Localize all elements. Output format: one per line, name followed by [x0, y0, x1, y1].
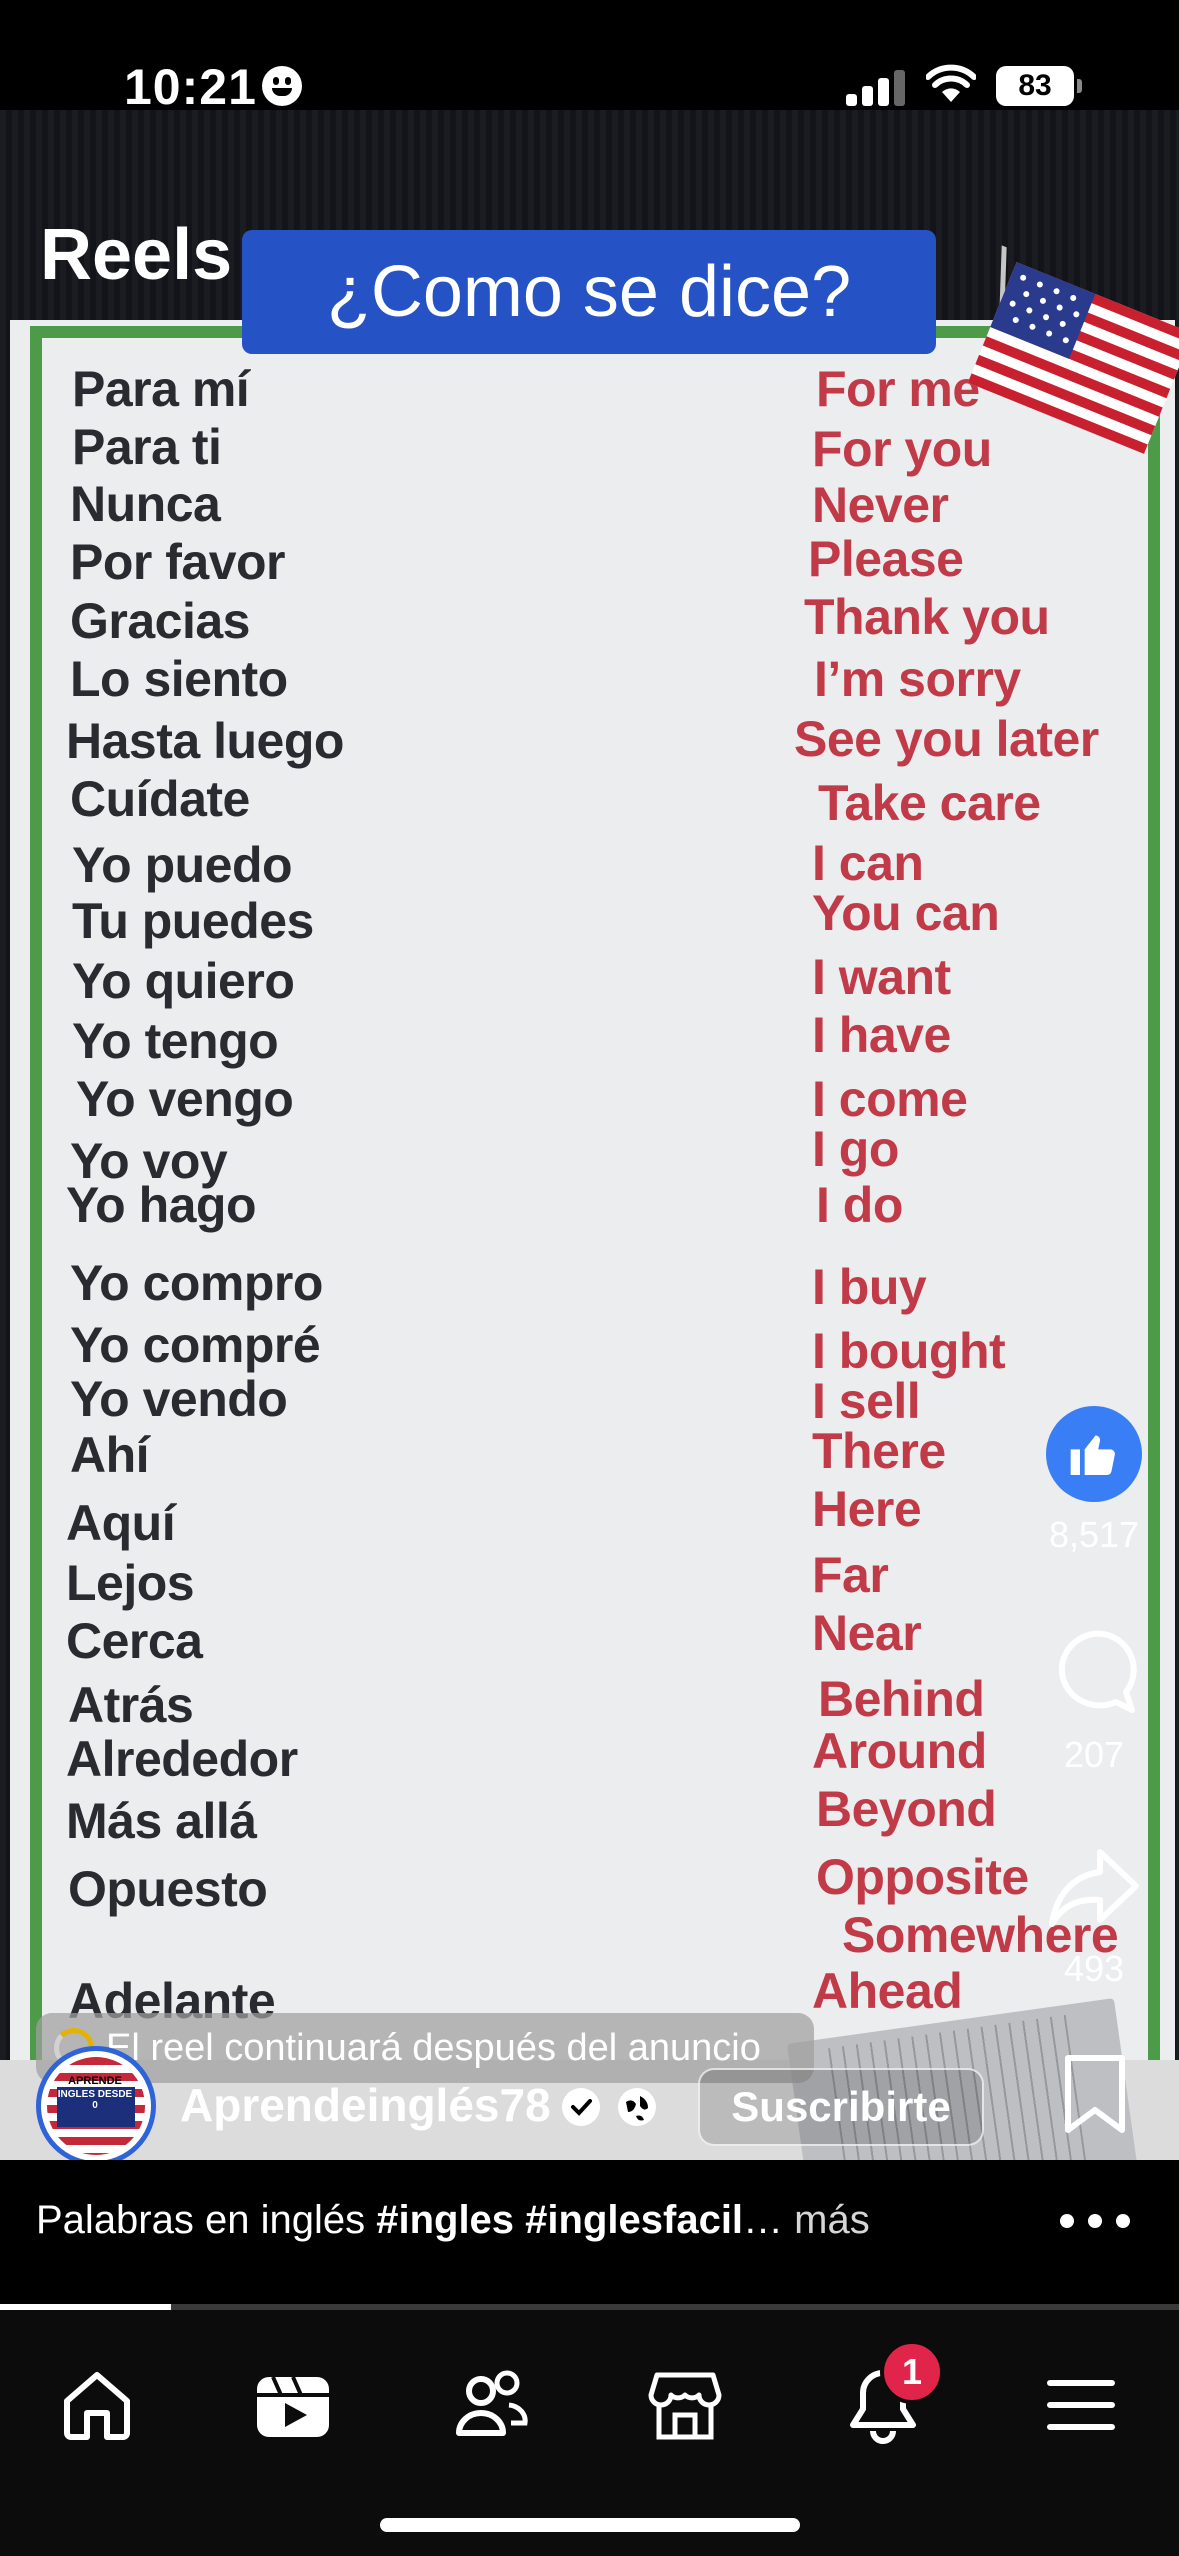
spanish-word: Aquí [66, 1495, 176, 1551]
comment-count: 207 [1063, 1734, 1125, 1775]
spanish-word: Yo vengo [76, 1071, 294, 1127]
spanish-word: Atrás [68, 1677, 194, 1733]
spanish-word: Cuídate [70, 771, 250, 827]
thumbs-up-icon [1070, 1435, 1115, 1476]
english-word: I do [816, 1177, 903, 1233]
wifi-icon [926, 64, 976, 102]
home-indicator[interactable] [380, 2518, 800, 2532]
english-word: Thank you [804, 589, 1050, 645]
hashtag-link[interactable]: #inglesfacil [514, 2198, 743, 2242]
status-bar: 10:21 83 [0, 0, 1179, 115]
english-word: You can [812, 885, 1000, 941]
marketplace-store-icon [648, 2372, 722, 2440]
creator-name[interactable]: Aprendeinglés78 [180, 2078, 551, 2132]
tab-friends[interactable] [446, 2360, 536, 2450]
spanish-word: Yo hago [66, 1177, 257, 1233]
share-icon[interactable] [1048, 1846, 1140, 1930]
english-word: I have [812, 1007, 951, 1063]
battery-indicator: 83 [996, 66, 1082, 106]
spanish-word: Yo compro [70, 1255, 323, 1311]
english-word: Behind [818, 1671, 985, 1727]
cellular-signal-icon [846, 70, 906, 106]
page-title: Reels [40, 215, 233, 295]
caption-more-link[interactable]: más [794, 2198, 870, 2242]
subscribe-button[interactable]: Suscribirte [698, 2068, 984, 2146]
english-word: I buy [812, 1259, 927, 1315]
english-word: I want [812, 949, 951, 1005]
english-word: Far [812, 1547, 889, 1603]
reels-video-icon [257, 2376, 329, 2437]
comment-icon[interactable] [1048, 1628, 1138, 1718]
spanish-word: Alrededor [66, 1731, 298, 1787]
english-word: See you later [794, 711, 1099, 767]
more-options-icon[interactable] [1060, 2214, 1130, 2230]
spanish-word: Ahí [70, 1427, 150, 1483]
spanish-word: Más allá [66, 1793, 257, 1849]
tab-home[interactable] [52, 2360, 142, 2450]
like-count: 8,517 [1048, 1514, 1140, 1555]
english-word: Please [808, 531, 964, 587]
like-button[interactable] [1046, 1406, 1142, 1502]
english-word: Take care [818, 775, 1041, 831]
focus-smiley-icon [262, 66, 302, 106]
spanish-word: Gracias [70, 593, 250, 649]
spanish-word: Para mí [72, 361, 250, 417]
reel-video[interactable]: Para mí Para ti Nunca Por favor Gracias … [0, 110, 1179, 2210]
tab-reels[interactable] [248, 2360, 338, 2450]
hashtag-link[interactable]: #ingles [376, 2198, 514, 2242]
home-icon [64, 2372, 130, 2440]
spanish-word: Yo compré [70, 1317, 321, 1373]
english-word: Here [812, 1481, 922, 1537]
share-count: 493 [1063, 1948, 1125, 1989]
english-word: Ahead [812, 1963, 963, 2019]
creator-avatar[interactable]: APRENDE INGLES DESDE 0 [36, 2046, 156, 2166]
ad-notice: El reel continuará después del anuncio [36, 2013, 814, 2083]
spanish-word: Cerca [66, 1613, 203, 1669]
friends-icon [456, 2370, 528, 2436]
spanish-word: Tu puedes [72, 893, 314, 949]
english-word: There [812, 1423, 946, 1479]
status-time: 10:21 [124, 59, 257, 115]
reel-caption[interactable]: Palabras en inglés #ingles #inglesfacil…… [36, 2198, 870, 2243]
spanish-word: Lejos [66, 1555, 195, 1611]
spanish-word: Para ti [72, 419, 222, 475]
tab-marketplace[interactable] [640, 2360, 730, 2450]
spanish-word: Yo quiero [72, 953, 295, 1009]
english-word: I’m sorry [814, 651, 1021, 707]
verified-badge-icon [562, 2088, 600, 2126]
spanish-word: Nunca [70, 476, 221, 532]
tab-menu[interactable] [1036, 2360, 1126, 2450]
spanish-word: Hasta luego [66, 713, 344, 769]
globe-icon [618, 2088, 656, 2126]
bookmark-icon[interactable] [1060, 2054, 1130, 2134]
ad-notice-text: El reel continuará después del anuncio [106, 2026, 761, 2069]
english-word: For you [812, 421, 992, 477]
notification-badge: 1 [880, 2340, 944, 2404]
spanish-word: Lo siento [70, 651, 288, 707]
english-word: Never [812, 477, 949, 533]
english-word: Near [812, 1605, 922, 1661]
english-word: Beyond [816, 1781, 997, 1837]
spanish-word: Yo tengo [72, 1013, 279, 1069]
english-word: I go [812, 1121, 899, 1177]
video-title-banner: ¿Como se dice? [242, 230, 936, 354]
spanish-word: Opuesto [68, 1861, 268, 1917]
spanish-word: Por favor [70, 534, 286, 590]
spanish-word: Yo vendo [70, 1371, 288, 1427]
english-word: Around [812, 1723, 987, 1779]
hamburger-menu-icon [1047, 2380, 1115, 2430]
english-word: Opposite [816, 1849, 1029, 1905]
spanish-word: Yo puedo [72, 837, 293, 893]
